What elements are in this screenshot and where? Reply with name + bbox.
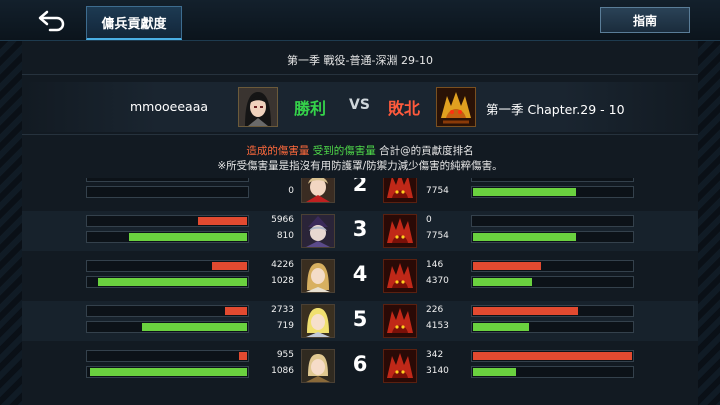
- enemy-damage-taken-bar: [471, 276, 634, 288]
- enemy-boss-avatar: [436, 87, 476, 127]
- enemy-damage-taken-fill: [473, 368, 516, 376]
- player-name: mmooeeaaa: [130, 99, 209, 114]
- rank-number: 5: [352, 307, 368, 331]
- ally-damage-dealt-bar: [86, 178, 249, 182]
- mercenary-portrait[interactable]: [301, 214, 335, 248]
- versus-label: VS: [349, 97, 370, 113]
- contribution-ranking-list[interactable]: 0 2 7754 5966 810 3 0 7754 4226 1028 4 146 4370 2733 7…: [22, 178, 698, 405]
- ally-damage-dealt-value: 4226: [271, 260, 294, 270]
- ally-damage-taken-value: 0: [288, 186, 294, 196]
- divider: [22, 74, 698, 75]
- ally-damage-taken-bar: [86, 231, 249, 243]
- rank-row[interactable]: 0 2 7754: [22, 178, 698, 206]
- ally-damage-dealt-fill: [198, 217, 247, 225]
- rank-row[interactable]: 2733 719 5 226 4153: [22, 301, 698, 341]
- legend-contribution-rank: 合計@的貢獻度排名: [379, 145, 474, 157]
- enemy-portrait: [383, 214, 417, 248]
- enemy-stage-name: 第一季 Chapter.29 - 10: [486, 102, 625, 117]
- rank-row[interactable]: 955 1086 6 342 3140: [22, 346, 698, 386]
- enemy-damage-taken-bar: [471, 231, 634, 243]
- enemy-damage-taken-bar: [471, 366, 634, 378]
- player-result-win: 勝利: [294, 99, 327, 118]
- enemy-damage-dealt-bar: [471, 260, 634, 272]
- rank-row[interactable]: 5966 810 3 0 7754: [22, 211, 698, 251]
- ally-damage-taken-bar: [86, 276, 249, 288]
- ally-damage-dealt-fill: [225, 307, 247, 315]
- mercenary-portrait[interactable]: [301, 349, 335, 383]
- right-border-decoration: [698, 41, 720, 405]
- rank-row[interactable]: 4226 1028 4 146 4370: [22, 256, 698, 296]
- legend-damage-taken: 受到的傷害量: [312, 145, 376, 157]
- ally-damage-taken-value: 1028: [271, 276, 294, 286]
- tab-mercenary-contribution[interactable]: 傭兵貢獻度: [86, 6, 182, 40]
- enemy-damage-taken-value: 4370: [426, 276, 449, 286]
- ally-damage-dealt-bar: [86, 305, 249, 317]
- damage-legend: 造成的傷害量 受到的傷害量 合計@的貢獻度排名: [0, 143, 720, 158]
- enemy-damage-taken-fill: [473, 188, 576, 196]
- enemy-portrait: [383, 178, 417, 203]
- enemy-damage-dealt-value: 342: [426, 350, 444, 360]
- ally-damage-dealt-fill: [239, 352, 247, 360]
- ally-damage-taken-value: 1086: [271, 366, 294, 376]
- enemy-damage-taken-bar: [471, 186, 634, 198]
- enemy-damage-taken-bar: [471, 321, 634, 333]
- ally-damage-taken-fill: [98, 278, 247, 286]
- enemy-damage-dealt-fill: [473, 352, 632, 360]
- enemy-damage-taken-value: 3140: [426, 366, 449, 376]
- rank-number: 3: [352, 217, 368, 241]
- ally-damage-dealt-bar: [86, 215, 249, 227]
- enemy-result-lose: 敗北: [388, 99, 421, 118]
- ally-damage-taken-bar: [86, 321, 249, 333]
- enemy-portrait: [383, 259, 417, 293]
- enemy-damage-taken-fill: [473, 233, 576, 241]
- legend-damage-dealt: 造成的傷害量: [246, 145, 310, 157]
- ally-damage-dealt-value: 2733: [271, 305, 294, 315]
- ally-damage-dealt-value: 955: [276, 350, 294, 360]
- ally-damage-taken-fill: [129, 233, 247, 241]
- ally-damage-dealt-bar: [86, 260, 249, 272]
- ally-damage-taken-bar: [86, 366, 249, 378]
- back-arrow-icon[interactable]: [36, 8, 68, 32]
- enemy-damage-dealt-bar: [471, 215, 634, 227]
- ally-damage-dealt-fill: [212, 262, 247, 270]
- top-bar: 傭兵貢獻度 指南: [0, 0, 720, 41]
- ally-damage-taken-value: 719: [276, 321, 294, 331]
- enemy-damage-taken-value: 4153: [426, 321, 449, 331]
- divider: [22, 134, 698, 135]
- enemy-damage-taken-fill: [473, 323, 529, 331]
- season-stage-label: 第一季 戰役-普通-深淵 29-10: [287, 54, 433, 67]
- ally-damage-taken-fill: [90, 368, 247, 376]
- ally-damage-dealt-value: 5966: [271, 215, 294, 225]
- enemy-damage-dealt-value: 226: [426, 305, 444, 315]
- enemy-damage-dealt-bar: [471, 350, 634, 362]
- rank-number: 6: [352, 352, 368, 376]
- rank-number: 2: [352, 178, 368, 196]
- ally-damage-taken-value: 810: [276, 231, 294, 241]
- enemy-portrait: [383, 349, 417, 383]
- ally-damage-dealt-bar: [86, 350, 249, 362]
- enemy-damage-dealt-fill: [473, 307, 578, 315]
- ally-damage-taken-bar: [86, 186, 249, 198]
- rank-number: 4: [352, 262, 368, 286]
- mercenary-portrait[interactable]: [301, 259, 335, 293]
- enemy-damage-taken-fill: [473, 278, 532, 286]
- ally-damage-taken-fill: [142, 323, 247, 331]
- player-avatar: [238, 87, 278, 127]
- guide-button[interactable]: 指南: [600, 7, 690, 33]
- left-border-decoration: [0, 41, 22, 405]
- enemy-portrait: [383, 304, 417, 338]
- enemy-damage-dealt-value: 0: [426, 215, 432, 225]
- enemy-damage-dealt-fill: [473, 262, 541, 270]
- mercenary-portrait[interactable]: [301, 178, 335, 203]
- damage-note: ※所受傷害量是指沒有用防護罩/防禦力減少傷害的純粹傷害。: [217, 160, 503, 172]
- enemy-damage-taken-value: 7754: [426, 186, 449, 196]
- enemy-damage-dealt-value: 146: [426, 260, 444, 270]
- enemy-damage-taken-value: 7754: [426, 231, 449, 241]
- enemy-damage-dealt-bar: [471, 305, 634, 317]
- enemy-damage-dealt-bar: [471, 178, 634, 182]
- mercenary-portrait[interactable]: [301, 304, 335, 338]
